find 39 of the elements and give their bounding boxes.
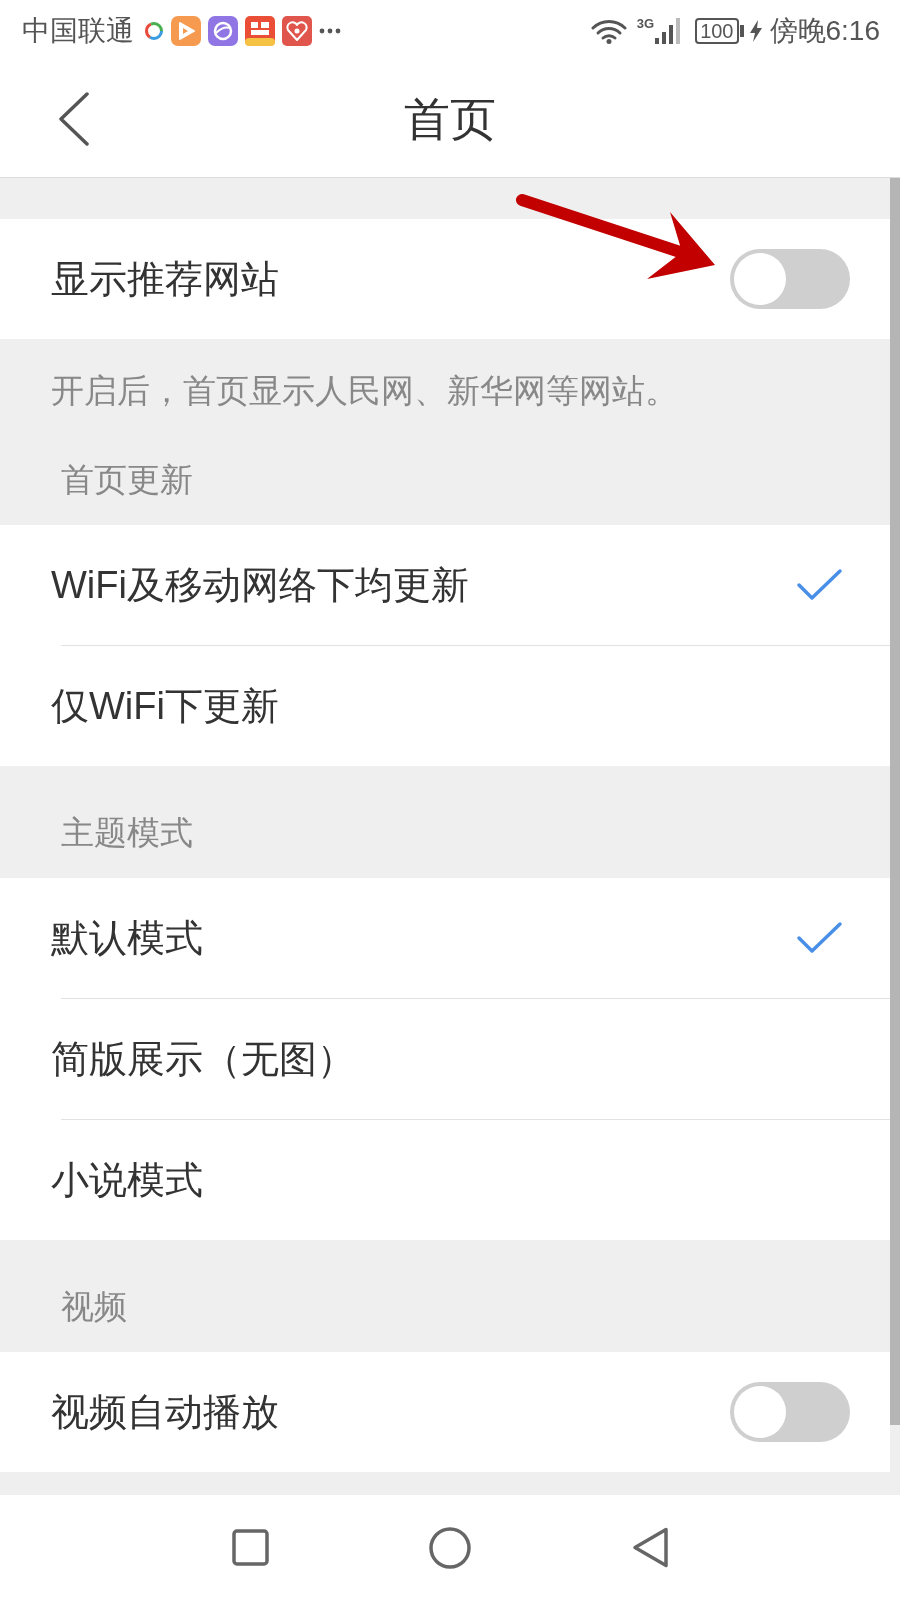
option-label: 简版展示（无图）	[51, 1037, 355, 1082]
chevron-left-icon	[58, 92, 90, 146]
toggle-switch[interactable]	[730, 249, 850, 309]
setting-label: 视频自动播放	[51, 1390, 279, 1435]
battery-tip-icon	[739, 24, 744, 37]
globe-app-icon	[208, 15, 238, 46]
settings-row[interactable]: 视频自动播放	[0, 1352, 890, 1472]
wifi-icon	[590, 17, 627, 44]
overflow-dots-icon	[319, 27, 341, 34]
setting-label: 显示推荐网站	[51, 257, 279, 302]
page-title: 首页	[404, 92, 496, 147]
play-app-icon	[171, 15, 201, 46]
option-label: 仅WiFi下更新	[51, 684, 279, 729]
clock-time: 傍晚6:16	[769, 13, 880, 48]
signal-icon	[655, 17, 682, 44]
app-tile-icon	[245, 15, 275, 46]
option-label: WiFi及移动网络下均更新	[51, 563, 469, 608]
option-label: 默认模式	[51, 916, 203, 961]
setting-description: 开启后，首页显示人民网、新华网等网站。	[51, 372, 678, 409]
section-header: 首页更新	[61, 461, 193, 498]
option-row[interactable]: 默认模式	[0, 878, 890, 998]
ring-logo-icon	[144, 20, 164, 41]
settings-row[interactable]: 显示推荐网站	[0, 219, 890, 339]
option-row[interactable]: 小说模式	[0, 1120, 890, 1240]
toggle-switch[interactable]	[730, 1382, 850, 1442]
square-icon	[231, 1529, 269, 1566]
option-row[interactable]: WiFi及移动网络下均更新	[0, 525, 890, 645]
section-header: 主题模式	[61, 814, 193, 851]
triangle-icon	[631, 1527, 669, 1568]
battery-indicator: 100	[695, 17, 739, 44]
section-header: 视频	[61, 1288, 127, 1325]
carrier-name: 中国联通	[22, 13, 134, 48]
network-type: 3G	[636, 16, 655, 31]
heart-app-icon	[282, 15, 312, 46]
option-row[interactable]: 简版展示（无图）	[0, 999, 890, 1119]
charging-bolt-icon	[749, 19, 762, 42]
option-label: 小说模式	[51, 1158, 203, 1203]
circle-icon	[429, 1526, 471, 1569]
option-row[interactable]: 仅WiFi下更新	[0, 646, 890, 766]
